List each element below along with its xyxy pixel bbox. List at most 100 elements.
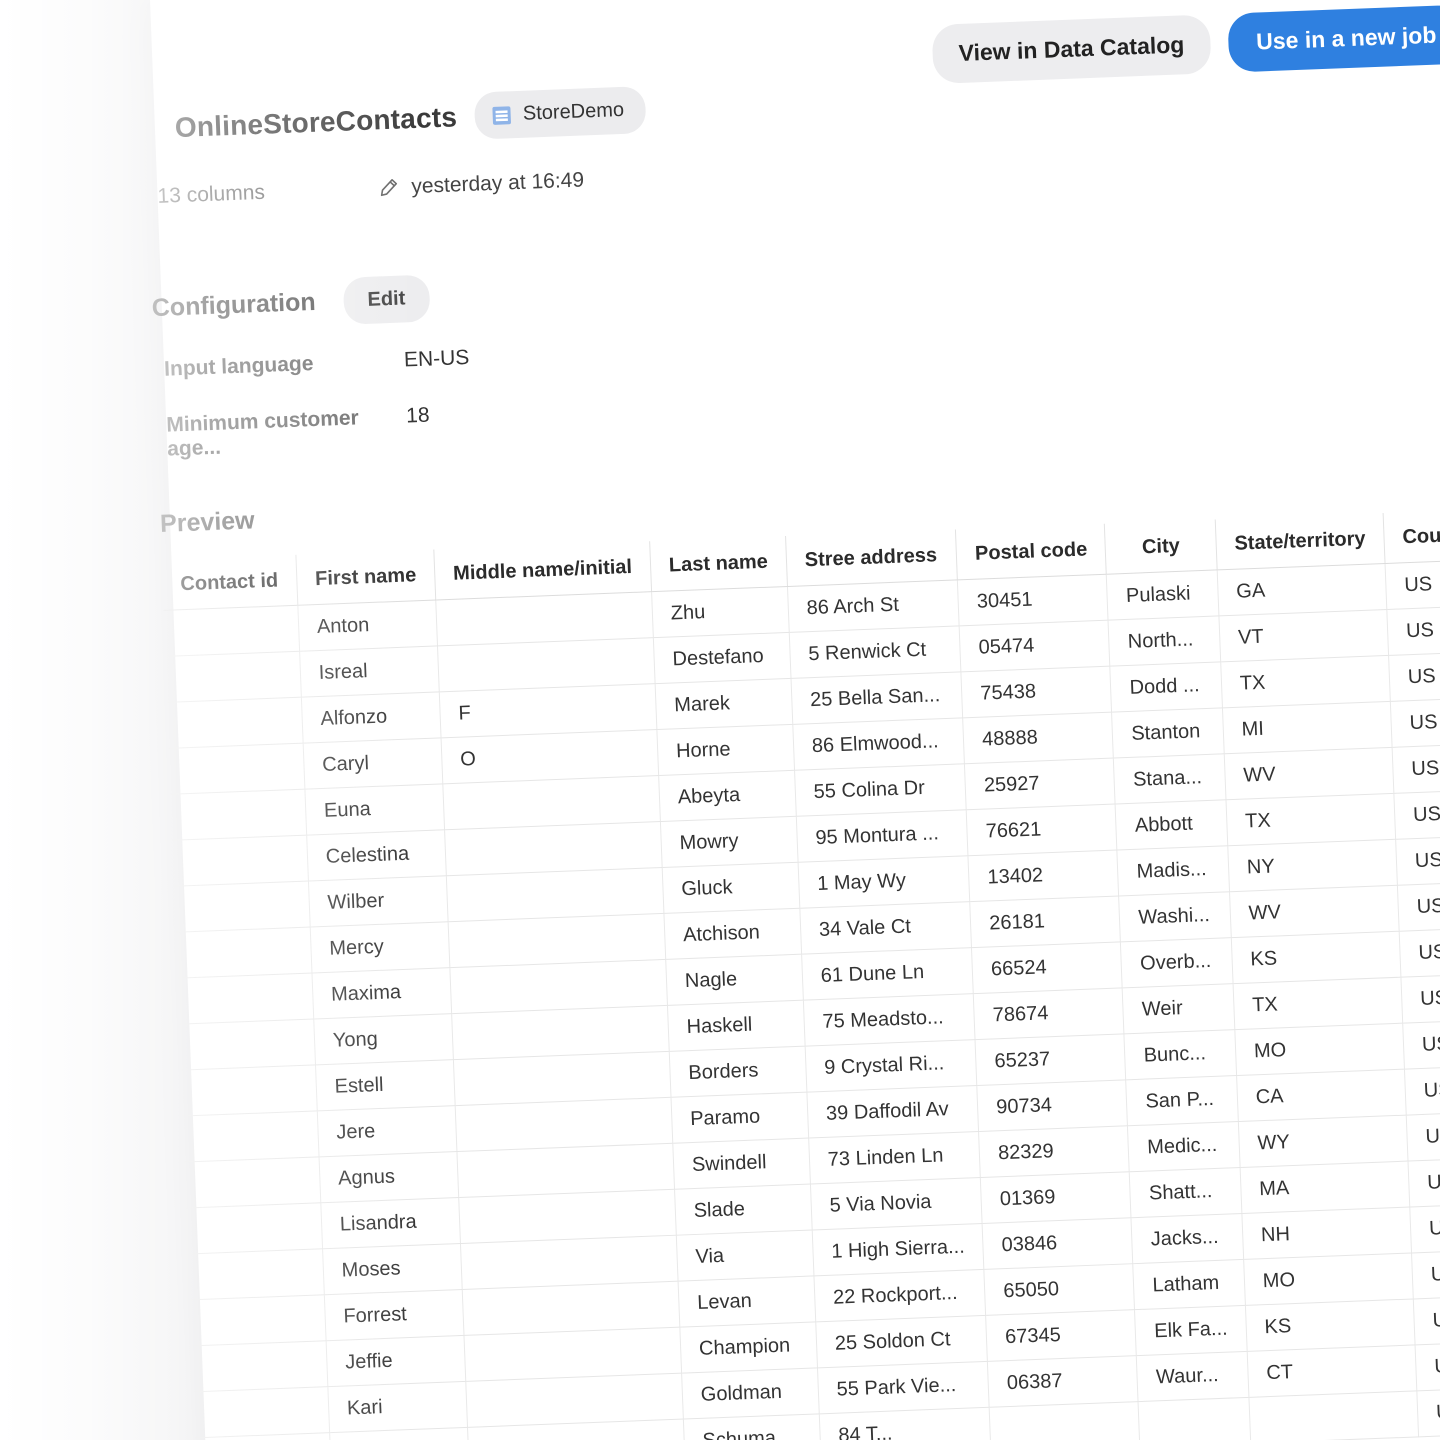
cell-postal-code: 25927 xyxy=(964,758,1116,810)
column-count: 13 columns xyxy=(157,180,266,208)
cell-middle-name xyxy=(448,913,666,968)
cell-postal-code: 90734 xyxy=(976,1079,1128,1132)
cell-first-name: Forrest xyxy=(324,1289,464,1341)
cell-state: GA xyxy=(1216,563,1387,616)
cell-postal-code: 06387 xyxy=(987,1355,1139,1408)
cell-first-name: Caryl xyxy=(302,737,443,790)
cell-postal-code: 66524 xyxy=(971,941,1123,994)
cell-postal-code xyxy=(989,1401,1141,1440)
meta-row: 13 columns yesterday at 16:49 xyxy=(157,168,584,208)
cell-contact-id xyxy=(193,1386,330,1438)
cell-postal-code: 78674 xyxy=(973,987,1125,1040)
cell-city: Medic... xyxy=(1127,1121,1240,1172)
column-header-first-name[interactable]: First name xyxy=(295,549,436,606)
cell-city: Pulaski xyxy=(1106,569,1219,621)
cell-state: TX xyxy=(1220,655,1391,708)
cell-state: MI xyxy=(1222,701,1393,754)
cell-middle-name xyxy=(465,1373,684,1428)
cell-street-address: 1 May Wy xyxy=(797,855,970,909)
cell-city: Elk Fa... xyxy=(1134,1305,1247,1356)
cell-first-name: Wilber xyxy=(308,875,449,928)
cell-country: US xyxy=(1413,1294,1440,1345)
column-header-middle-name[interactable]: Middle name/initial xyxy=(433,541,652,600)
cell-country: US xyxy=(1406,1110,1440,1162)
cell-postal-code: 75438 xyxy=(961,666,1112,718)
config-value: 18 xyxy=(405,403,430,428)
cell-city: Stanton xyxy=(1111,707,1225,759)
cell-contact-id xyxy=(188,1248,325,1300)
table-body: Anton Zhu 86 Arch St 30451 Pulaski GA US Isreal… xyxy=(163,559,1440,1440)
column-header-state[interactable]: State/territory xyxy=(1215,513,1386,570)
cell-middle-name: F xyxy=(439,683,657,738)
cell-contact-id xyxy=(191,1340,328,1392)
cell-street-address: 9 Crystal Ri... xyxy=(804,1039,977,1093)
cell-street-address: 22 Rockport... xyxy=(813,1269,986,1322)
cell-state: VT xyxy=(1218,609,1389,662)
cell-middle-name xyxy=(449,959,668,1014)
cell-middle-name xyxy=(451,1005,670,1060)
cell-postal-code: 82329 xyxy=(978,1125,1130,1178)
cell-postal-code: 65050 xyxy=(984,1263,1135,1316)
cell-middle-name xyxy=(435,591,654,646)
cell-first-name: Lisandra xyxy=(320,1197,461,1249)
cell-city: Overb... xyxy=(1120,937,1233,988)
cell-first-name: Estell xyxy=(315,1059,456,1111)
cell-middle-name xyxy=(462,1281,680,1336)
cell-contact-id xyxy=(175,927,312,979)
cell-last-name: Schuma... xyxy=(683,1413,821,1440)
cell-state: KS xyxy=(1231,931,1401,984)
cell-first-name: Euna xyxy=(304,783,445,836)
cell-contact-id xyxy=(174,881,310,933)
cell-first-name: Anton xyxy=(297,599,438,652)
cell-state: NH xyxy=(1241,1207,1412,1260)
cell-city: San P... xyxy=(1126,1075,1239,1126)
column-header-city[interactable]: City xyxy=(1104,519,1217,575)
cell-street-address: 25 Bella San... xyxy=(790,671,963,725)
column-header-street-address[interactable]: Stree address xyxy=(785,529,958,587)
cell-state: NY xyxy=(1227,839,1398,892)
cell-state: WY xyxy=(1238,1115,1408,1168)
last-modified: yesterday at 16:49 xyxy=(377,168,585,200)
cell-postal-code: 13402 xyxy=(968,849,1120,902)
cell-state: CT xyxy=(1246,1344,1417,1398)
cell-city: Washi... xyxy=(1119,891,1232,942)
cell-country: US xyxy=(1388,651,1440,702)
database-chip[interactable]: StoreDemo xyxy=(474,86,647,140)
cell-last-name: Marek xyxy=(654,678,793,730)
cell-contact-id xyxy=(186,1202,323,1254)
cell-last-name: Borders xyxy=(669,1046,807,1098)
cell-first-name: Mercy xyxy=(309,921,450,974)
cell-street-address: 86 Arch St xyxy=(787,579,960,633)
cell-street-address: 86 Elmwood... xyxy=(792,717,965,771)
cell-first-name: Moses xyxy=(322,1243,463,1295)
config-item-input-language: Input language EN-US xyxy=(164,346,470,382)
cell-state: WV xyxy=(1224,747,1394,800)
edit-configuration-button[interactable]: Edit xyxy=(342,274,431,325)
view-in-data-catalog-button[interactable]: View in Data Catalog xyxy=(931,14,1212,84)
cell-state: MO xyxy=(1234,1023,1405,1076)
cell-country: US xyxy=(1392,743,1440,794)
cell-contact-id xyxy=(172,835,309,887)
cell-street-address: 34 Vale Ct xyxy=(799,901,972,955)
cell-street-address: 61 Dune Ln xyxy=(801,947,974,1001)
column-header-contact-id[interactable]: Contact id xyxy=(161,554,298,611)
cell-city: Weir xyxy=(1122,983,1235,1034)
cell-city: Waur... xyxy=(1136,1351,1249,1402)
cell-street-address: 75 Meadsto... xyxy=(803,993,976,1047)
column-header-country[interactable]: Country xyxy=(1383,508,1440,564)
cell-contact-id xyxy=(168,743,305,795)
cell-city: North... xyxy=(1108,615,1221,667)
cell-first-name: Kari xyxy=(327,1381,468,1433)
cell-middle-name: O xyxy=(440,729,659,784)
cell-middle-name xyxy=(460,1235,678,1290)
cell-country: US xyxy=(1399,926,1440,978)
cell-street-address: 55 Colina Dr xyxy=(794,763,967,817)
cell-city: Madis... xyxy=(1117,845,1230,896)
use-in-new-job-button[interactable]: Use in a new job xyxy=(1227,4,1440,73)
column-header-postal-code[interactable]: Postal code xyxy=(955,523,1107,580)
column-header-last-name[interactable]: Last name xyxy=(649,536,788,592)
cell-last-name: Levan xyxy=(677,1275,816,1328)
cell-contact-id xyxy=(189,1294,326,1346)
cell-last-name: Horne xyxy=(656,724,795,776)
cell-postal-code: 01369 xyxy=(980,1171,1132,1224)
